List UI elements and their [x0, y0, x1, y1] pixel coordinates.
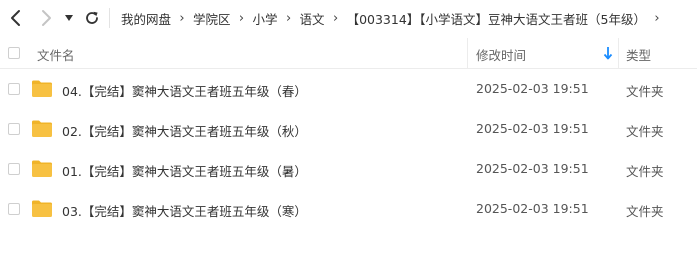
folder-icon	[32, 80, 52, 97]
forward-button[interactable]	[34, 6, 58, 30]
refresh-icon	[86, 11, 98, 24]
column-divider[interactable]	[467, 38, 468, 68]
breadcrumb-item-my-drive[interactable]: 我的网盘	[121, 9, 171, 28]
folder-icon	[32, 200, 52, 217]
folder-icon	[32, 160, 52, 177]
chevron-right-icon: ›	[285, 10, 292, 26]
row-checkbox[interactable]	[8, 123, 20, 135]
column-header-type[interactable]: 类型	[626, 45, 651, 64]
chevron-right-icon: ›	[238, 10, 245, 26]
select-all-checkbox[interactable]	[8, 47, 20, 59]
chevron-right-icon	[42, 10, 51, 26]
file-type: 文件夹	[626, 84, 664, 99]
file-list-header: 文件名 修改时间 类型	[0, 38, 697, 69]
file-name[interactable]: 04.【完结】窦神大语文王者班五年级（春）	[62, 81, 307, 100]
file-modified-time: 2025-02-03 19:51	[476, 81, 589, 96]
file-name[interactable]: 01.【完结】窦神大语文王者班五年级（暑）	[62, 161, 307, 180]
file-type: 文件夹	[626, 124, 664, 139]
navigation-bar: 我的网盘 › 学院区 › 小学 › 语文 › 【003314】【小学语文】豆神大…	[0, 0, 697, 36]
column-header-name[interactable]: 文件名	[37, 45, 75, 64]
folder-icon	[32, 120, 52, 137]
chevron-right-icon: ›	[332, 10, 339, 26]
row-checkbox[interactable]	[8, 83, 20, 95]
file-type: 文件夹	[626, 164, 664, 179]
row-checkbox[interactable]	[8, 163, 20, 175]
file-modified-time: 2025-02-03 19:51	[476, 201, 589, 216]
breadcrumb-item-primary[interactable]: 小学	[253, 9, 278, 28]
breadcrumb-item-academy[interactable]: 学院区	[193, 9, 231, 28]
column-divider[interactable]	[618, 38, 619, 68]
breadcrumb-item-current-folder[interactable]: 【003314】【小学语文】豆神大语文王者班（5年级）	[347, 9, 646, 28]
chevron-right-icon[interactable]: ›	[646, 11, 668, 26]
file-type: 文件夹	[626, 204, 664, 219]
file-row[interactable]: 03.【完结】窦神大语文王者班五年级（寒） 2025-02-03 19:51 文…	[0, 189, 697, 229]
caret-down-icon	[65, 15, 73, 21]
refresh-button[interactable]	[80, 6, 104, 30]
history-dropdown-button[interactable]	[58, 6, 80, 30]
row-checkbox[interactable]	[8, 203, 20, 215]
file-row[interactable]: 04.【完结】窦神大语文王者班五年级（春） 2025-02-03 19:51 文…	[0, 69, 697, 109]
file-row[interactable]: 02.【完结】窦神大语文王者班五年级（秋） 2025-02-03 19:51 文…	[0, 109, 697, 149]
file-name[interactable]: 03.【完结】窦神大语文王者班五年级（寒）	[62, 201, 307, 220]
file-modified-time: 2025-02-03 19:51	[476, 121, 589, 136]
chevron-right-icon: ›	[179, 10, 185, 26]
column-header-modified-time[interactable]: 修改时间	[476, 45, 526, 64]
file-modified-time: 2025-02-03 19:51	[476, 161, 589, 176]
breadcrumb-item-chinese[interactable]: 语文	[300, 9, 325, 28]
sort-down-arrow-icon[interactable]	[603, 46, 613, 60]
file-name[interactable]: 02.【完结】窦神大语文王者班五年级（秋）	[62, 121, 307, 140]
nav-divider	[109, 8, 110, 28]
breadcrumb: 我的网盘 › 学院区 › 小学 › 语文 › 【003314】【小学语文】豆神大…	[121, 0, 668, 36]
file-browser: 我的网盘 › 学院区 › 小学 › 语文 › 【003314】【小学语文】豆神大…	[0, 0, 697, 256]
back-button[interactable]	[4, 6, 28, 30]
chevron-left-icon	[11, 10, 20, 26]
file-row[interactable]: 01.【完结】窦神大语文王者班五年级（暑） 2025-02-03 19:51 文…	[0, 149, 697, 189]
